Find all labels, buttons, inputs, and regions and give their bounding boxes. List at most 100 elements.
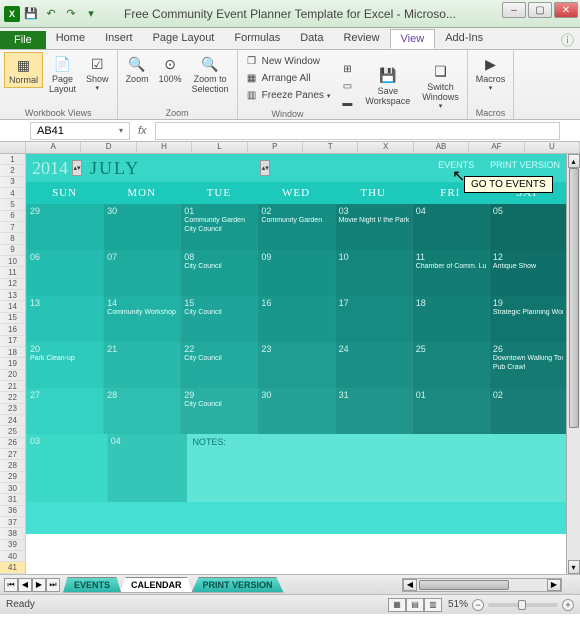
- calendar-cell[interactable]: 01Community GardenCity Council: [180, 204, 257, 250]
- column-header[interactable]: U: [525, 142, 580, 153]
- row-header[interactable]: 8: [0, 233, 25, 244]
- calendar-cell[interactable]: 04: [412, 204, 489, 250]
- zoom-selection-button[interactable]: 🔍Zoom to Selection: [188, 52, 233, 96]
- month-spinner[interactable]: ▴▾: [260, 160, 270, 176]
- calendar-cell[interactable]: 26Downtown Walking TourPub Crawl: [489, 342, 566, 388]
- row-header[interactable]: 30: [0, 483, 25, 494]
- calendar-cell[interactable]: 03: [26, 434, 107, 502]
- page-layout-button[interactable]: 📄Page Layout: [45, 52, 80, 96]
- calendar-cell[interactable]: 11Chamber of Comm. Luncheon: [412, 250, 489, 296]
- calendar-cell[interactable]: 05: [489, 204, 566, 250]
- calendar-cell[interactable]: 25: [412, 342, 489, 388]
- save-workspace-button[interactable]: 💾Save Workspace: [361, 64, 414, 108]
- sheet-tab-print-version[interactable]: PRINT VERSION: [192, 577, 284, 593]
- calendar-cell[interactable]: 02: [489, 388, 566, 434]
- worksheet[interactable]: 2014 ▴▾ JULY ▴▾ EVENTS PRINT VERSION SUN…: [26, 154, 580, 574]
- row-header[interactable]: 10: [0, 256, 25, 267]
- row-header[interactable]: 9: [0, 245, 25, 256]
- arrange-all-button[interactable]: ▦Arrange All: [242, 71, 334, 87]
- row-header[interactable]: 37: [0, 517, 25, 528]
- calendar-cell[interactable]: 14Community Workshop: [103, 296, 180, 342]
- row-header[interactable]: 3: [0, 177, 25, 188]
- minimize-button[interactable]: –: [502, 2, 526, 18]
- formula-input[interactable]: [155, 122, 560, 140]
- calendar-cell[interactable]: 31: [335, 388, 412, 434]
- column-header[interactable]: A: [26, 142, 81, 153]
- row-header[interactable]: 16: [0, 324, 25, 335]
- calendar-cell[interactable]: 20Park Clean-up: [26, 342, 103, 388]
- tab-last-button[interactable]: ⏭: [46, 578, 60, 592]
- row-header[interactable]: 38: [0, 528, 25, 539]
- switch-windows-button[interactable]: ❏Switch Windows▾: [418, 60, 463, 112]
- row-header[interactable]: 40: [0, 551, 25, 562]
- calendar-cell[interactable]: 04: [107, 434, 188, 502]
- select-all-button[interactable]: [0, 142, 26, 153]
- macros-button[interactable]: ▶Macros▾: [472, 52, 510, 94]
- calendar-cell[interactable]: 01: [412, 388, 489, 434]
- zoom-out-button[interactable]: −: [472, 599, 484, 611]
- row-header[interactable]: 20: [0, 370, 25, 381]
- row-header[interactable]: 11: [0, 267, 25, 278]
- zoom-100-button[interactable]: ⊙100%: [155, 52, 186, 86]
- column-header[interactable]: H: [137, 142, 192, 153]
- tab-next-button[interactable]: ▶: [32, 578, 46, 592]
- zoom-level[interactable]: 51%: [448, 599, 468, 610]
- row-header[interactable]: 21: [0, 381, 25, 392]
- calendar-cell[interactable]: 12Antique Show: [489, 250, 566, 296]
- print-version-link[interactable]: PRINT VERSION: [490, 160, 560, 170]
- calendar-cell[interactable]: 23: [257, 342, 334, 388]
- row-header[interactable]: 18: [0, 347, 25, 358]
- sheet-tab-calendar[interactable]: CALENDAR: [120, 577, 193, 593]
- row-header[interactable]: 27: [0, 449, 25, 460]
- calendar-cell[interactable]: 09: [257, 250, 334, 296]
- calendar-cell[interactable]: 27: [26, 388, 103, 434]
- row-header[interactable]: 12: [0, 279, 25, 290]
- row-header[interactable]: 31: [0, 494, 25, 505]
- page-layout-view-icon[interactable]: ▤: [406, 598, 424, 612]
- redo-icon[interactable]: ↷: [62, 5, 80, 23]
- row-header[interactable]: 7: [0, 222, 25, 233]
- column-header[interactable]: L: [192, 142, 247, 153]
- scroll-thumb[interactable]: [569, 168, 579, 428]
- calendar-cell[interactable]: 10: [335, 250, 412, 296]
- calendar-cell[interactable]: 24: [335, 342, 412, 388]
- row-header[interactable]: 13: [0, 290, 25, 301]
- calendar-cell[interactable]: 19Strategic Planning Workshop: [489, 296, 566, 342]
- fx-label[interactable]: fx: [130, 125, 155, 137]
- row-header[interactable]: 15: [0, 313, 25, 324]
- row-header[interactable]: 29: [0, 472, 25, 483]
- normal-view-icon[interactable]: ▦: [388, 598, 406, 612]
- zoom-slider[interactable]: [488, 603, 558, 607]
- help-button[interactable]: ⓘ: [555, 30, 580, 49]
- calendar-cell[interactable]: 13: [26, 296, 103, 342]
- calendar-cell[interactable]: 03Movie Night I/ the Park: [335, 204, 412, 250]
- column-header[interactable]: D: [81, 142, 136, 153]
- vertical-scrollbar[interactable]: ▴ ▾: [566, 154, 580, 574]
- scroll-up-button[interactable]: ▴: [568, 154, 580, 168]
- row-header[interactable]: 24: [0, 415, 25, 426]
- tab-review[interactable]: Review: [333, 29, 389, 49]
- horizontal-scrollbar[interactable]: ◀ ▶: [402, 578, 562, 592]
- zoom-button[interactable]: 🔍Zoom: [122, 52, 153, 86]
- tab-data[interactable]: Data: [290, 29, 333, 49]
- column-header[interactable]: T: [303, 142, 358, 153]
- column-header[interactable]: AF: [469, 142, 524, 153]
- new-window-button[interactable]: ❐New Window: [242, 54, 334, 70]
- row-header[interactable]: 4: [0, 188, 25, 199]
- tab-page-layout[interactable]: Page Layout: [143, 29, 225, 49]
- row-header[interactable]: 14: [0, 301, 25, 312]
- row-header[interactable]: 25: [0, 426, 25, 437]
- row-header[interactable]: 17: [0, 336, 25, 347]
- sheet-tab-events[interactable]: EVENTS: [63, 577, 121, 593]
- freeze-panes-button[interactable]: ▥Freeze Panes▾: [242, 88, 334, 104]
- row-header[interactable]: 26: [0, 438, 25, 449]
- row-header[interactable]: 28: [0, 460, 25, 471]
- zoom-in-button[interactable]: +: [562, 599, 574, 611]
- zoom-thumb[interactable]: [518, 600, 526, 610]
- column-header[interactable]: P: [248, 142, 303, 153]
- file-tab[interactable]: File: [0, 31, 46, 49]
- row-header[interactable]: 36: [0, 506, 25, 517]
- tab-formulas[interactable]: Formulas: [224, 29, 290, 49]
- tab-home[interactable]: Home: [46, 29, 95, 49]
- calendar-cell[interactable]: 17: [335, 296, 412, 342]
